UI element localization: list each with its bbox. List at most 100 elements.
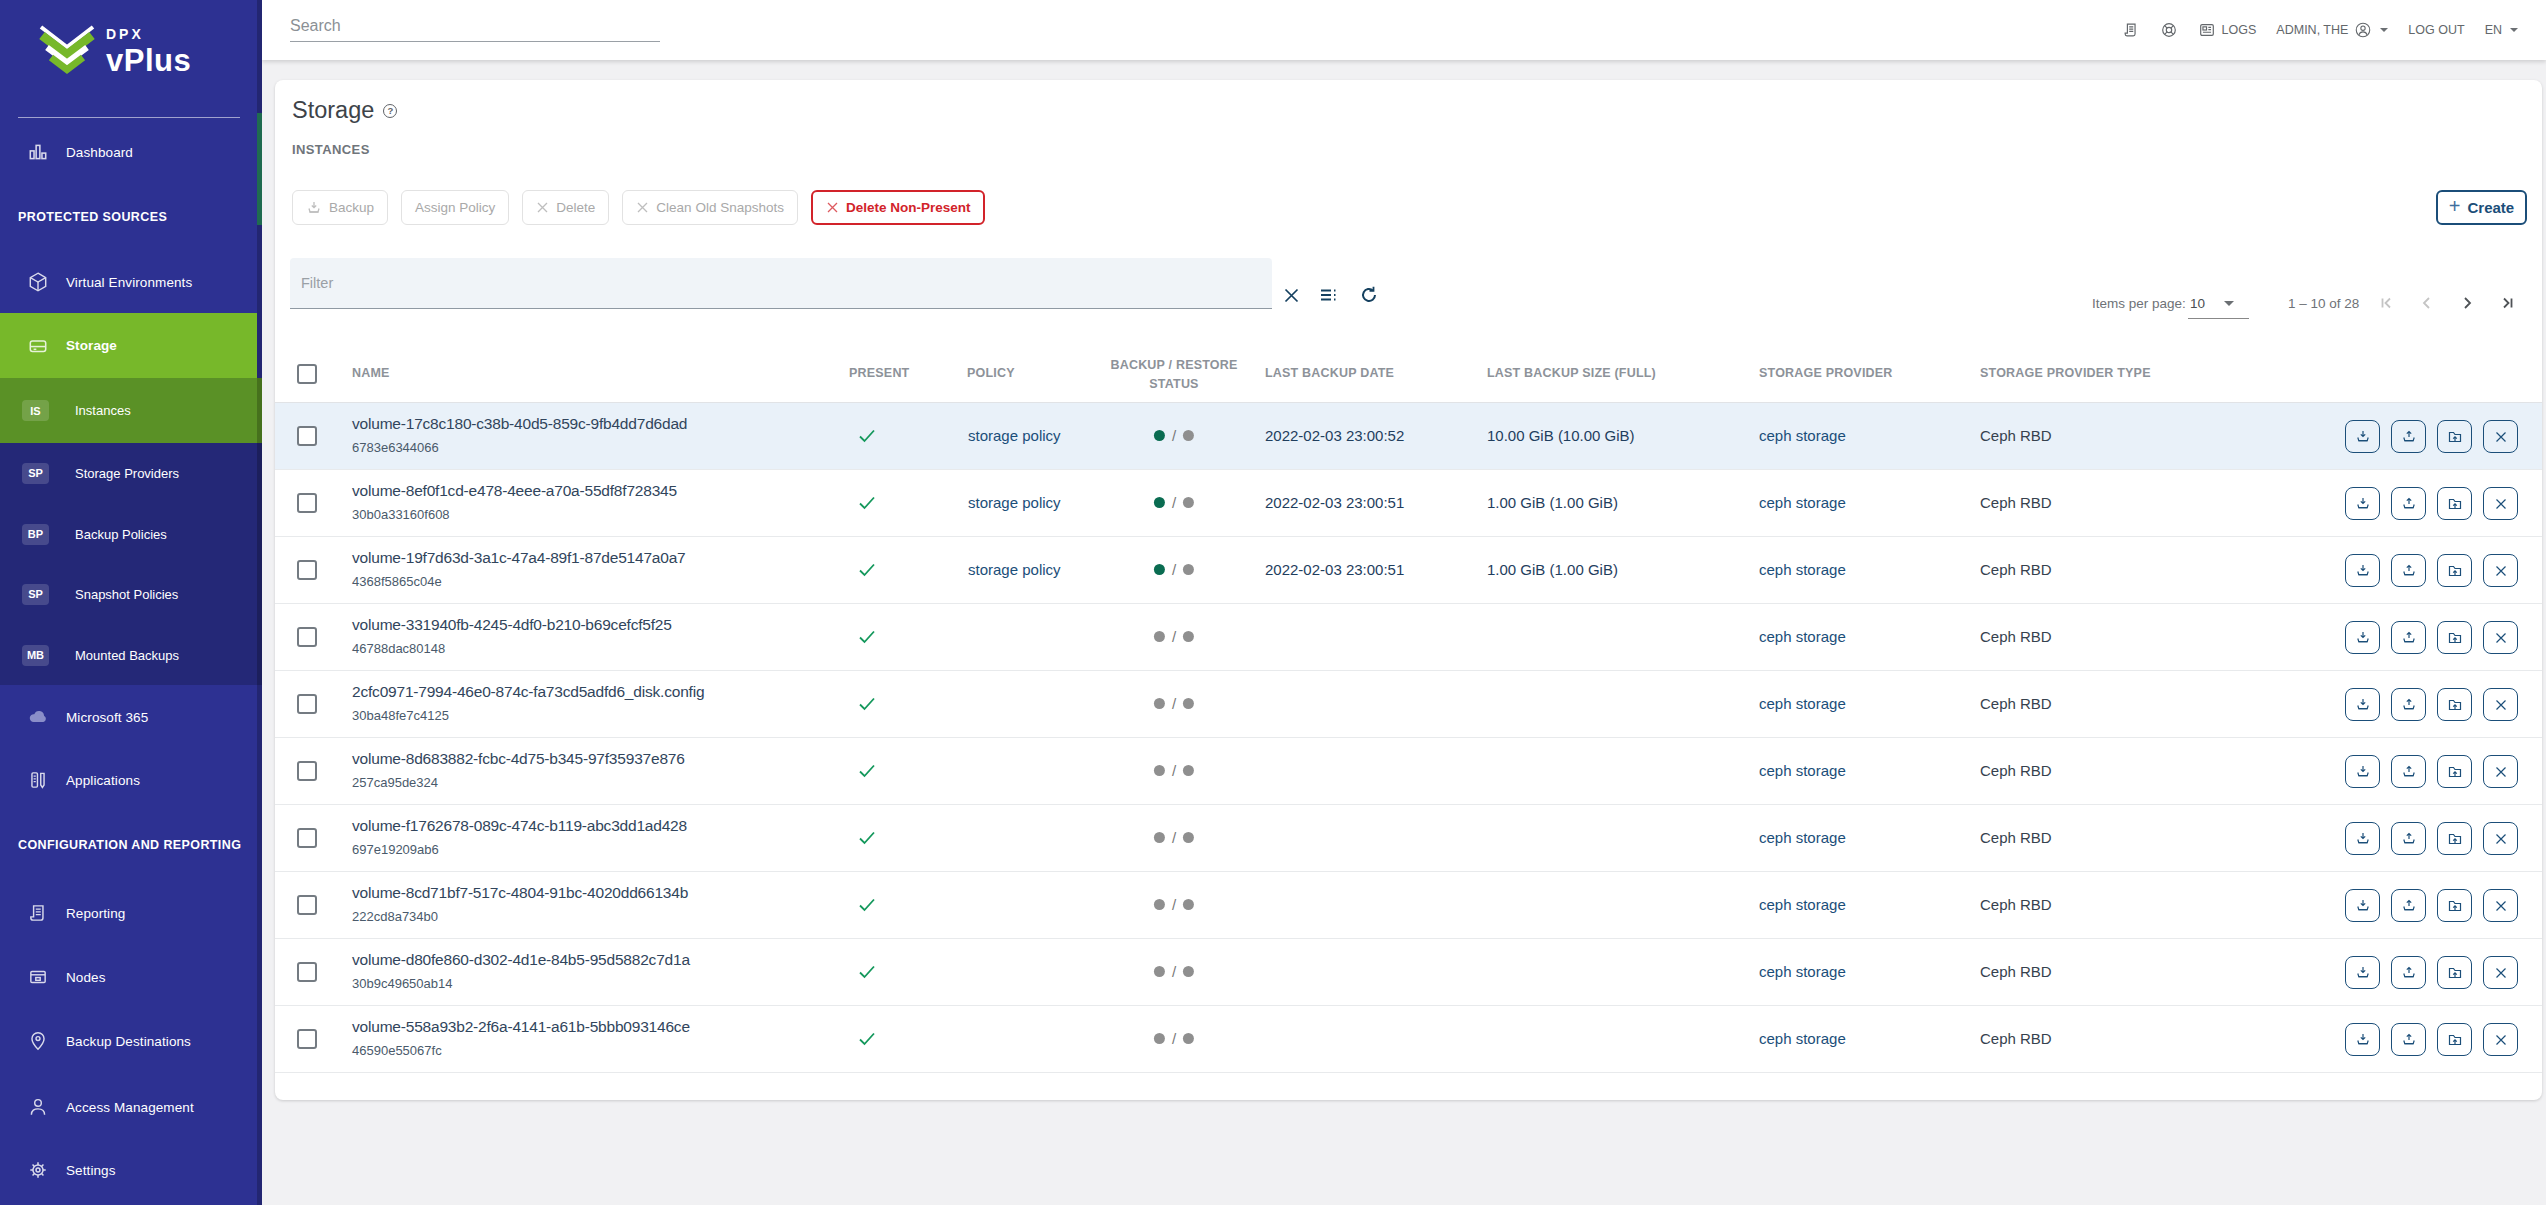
clear-filter-button[interactable] <box>1275 279 1307 311</box>
instance-name-link[interactable]: volume-17c8c180-c38b-40d5-859c-9fb4dd7d6… <box>352 415 687 433</box>
restore-button[interactable] <box>2391 1023 2426 1056</box>
backup-button[interactable] <box>2345 688 2380 721</box>
audit-log-icon[interactable] <box>2122 21 2140 39</box>
policy-link[interactable]: storage policy <box>968 427 1061 444</box>
delete-button[interactable]: Delete <box>522 190 609 225</box>
first-page-button[interactable] <box>2373 289 2401 317</box>
restore-button[interactable] <box>2391 822 2426 855</box>
row-checkbox[interactable] <box>297 761 317 781</box>
sidebar-item-mounted-backups[interactable]: MB Mounted Backups <box>0 625 257 685</box>
help-icon[interactable]: ? <box>383 104 397 118</box>
restore-button[interactable] <box>2391 487 2426 520</box>
mount-button[interactable] <box>2437 487 2472 520</box>
backup-button[interactable] <box>2345 1023 2380 1056</box>
clean-old-snapshots-button[interactable]: Clean Old Snapshots <box>622 190 798 225</box>
mount-button[interactable] <box>2437 822 2472 855</box>
sidebar-item-microsoft-365[interactable]: Microsoft 365 <box>0 687 257 747</box>
backup-button[interactable] <box>2345 420 2380 453</box>
delete-row-button[interactable] <box>2483 1023 2518 1056</box>
sidebar-item-storage[interactable]: Storage <box>0 313 257 378</box>
previous-page-button[interactable] <box>2413 289 2441 317</box>
row-checkbox[interactable] <box>297 560 317 580</box>
sidebar-item-settings[interactable]: Settings <box>0 1140 257 1200</box>
row-checkbox[interactable] <box>297 962 317 982</box>
delete-row-button[interactable] <box>2483 889 2518 922</box>
mount-button[interactable] <box>2437 956 2472 989</box>
backup-button[interactable] <box>2345 755 2380 788</box>
restore-button[interactable] <box>2391 755 2426 788</box>
instance-name-link[interactable]: volume-f1762678-089c-474c-b119-abc3dd1ad… <box>352 817 687 835</box>
delete-row-button[interactable] <box>2483 420 2518 453</box>
backup-button[interactable] <box>2345 889 2380 922</box>
sidebar-item-snapshot-policies[interactable]: SP Snapshot Policies <box>0 564 257 624</box>
restore-button[interactable] <box>2391 688 2426 721</box>
row-checkbox[interactable] <box>297 694 317 714</box>
items-per-page-select[interactable]: 10 <box>2188 296 2249 319</box>
logs-button[interactable]: LOGS <box>2198 21 2257 39</box>
row-checkbox[interactable] <box>297 1029 317 1049</box>
delete-row-button[interactable] <box>2483 487 2518 520</box>
assign-policy-button[interactable]: Assign Policy <box>401 190 509 225</box>
admin-menu[interactable]: ADMIN, THE <box>2276 21 2388 39</box>
row-checkbox[interactable] <box>297 895 317 915</box>
mount-button[interactable] <box>2437 554 2472 587</box>
delete-row-button[interactable] <box>2483 755 2518 788</box>
instance-name-link[interactable]: volume-558a93b2-2f6a-4141-a61b-5bbb09314… <box>352 1018 690 1036</box>
backup-button[interactable] <box>2345 956 2380 989</box>
logout-button[interactable]: LOG OUT <box>2408 23 2464 37</box>
select-all-checkbox[interactable] <box>297 364 317 384</box>
delete-row-button[interactable] <box>2483 822 2518 855</box>
sidebar-scrollbar-thumb[interactable] <box>257 113 262 225</box>
mount-button[interactable] <box>2437 889 2472 922</box>
storage-provider-link[interactable]: ceph storage <box>1759 1030 1846 1047</box>
storage-provider-link[interactable]: ceph storage <box>1759 695 1846 712</box>
policy-link[interactable]: storage policy <box>968 494 1061 511</box>
sidebar-item-access-management[interactable]: Access Management <box>0 1077 257 1137</box>
mount-button[interactable] <box>2437 621 2472 654</box>
storage-provider-link[interactable]: ceph storage <box>1759 561 1846 578</box>
sidebar-item-nodes[interactable]: Nodes <box>0 947 257 1007</box>
storage-provider-link[interactable]: ceph storage <box>1759 427 1846 444</box>
instance-name-link[interactable]: volume-8cd71bf7-517c-4804-91bc-4020dd661… <box>352 884 688 902</box>
instance-name-link[interactable]: 2cfc0971-7994-46e0-874c-fa73cd5adfd6_dis… <box>352 683 704 701</box>
delete-row-button[interactable] <box>2483 956 2518 989</box>
row-checkbox[interactable] <box>297 426 317 446</box>
instance-name-link[interactable]: volume-d80fe860-d302-4d1e-84b5-95d5882c7… <box>352 951 690 969</box>
delete-row-button[interactable] <box>2483 688 2518 721</box>
mount-button[interactable] <box>2437 688 2472 721</box>
last-page-button[interactable] <box>2493 289 2521 317</box>
sidebar-item-dashboard[interactable]: Dashboard <box>0 122 257 182</box>
delete-row-button[interactable] <box>2483 621 2518 654</box>
sidebar-item-reporting[interactable]: Reporting <box>0 883 257 943</box>
row-checkbox[interactable] <box>297 493 317 513</box>
delete-non-present-button[interactable]: Delete Non-Present <box>811 190 986 225</box>
delete-row-button[interactable] <box>2483 554 2518 587</box>
create-button[interactable]: +Create <box>2436 190 2527 225</box>
sidebar-item-backup-policies[interactable]: BP Backup Policies <box>0 504 257 564</box>
sidebar-item-instances[interactable]: IS Instances <box>0 378 262 443</box>
backup-button[interactable] <box>2345 487 2380 520</box>
storage-provider-link[interactable]: ceph storage <box>1759 829 1846 846</box>
row-checkbox[interactable] <box>297 828 317 848</box>
sidebar-item-virtual-environments[interactable]: Virtual Environments <box>0 252 257 312</box>
sidebar-item-backup-destinations[interactable]: Backup Destinations <box>0 1011 257 1071</box>
instance-name-link[interactable]: volume-19f7d63d-3a1c-47a4-89f1-87de5147a… <box>352 549 686 567</box>
columns-button[interactable] <box>1312 279 1344 311</box>
mount-button[interactable] <box>2437 420 2472 453</box>
backup-button[interactable] <box>2345 822 2380 855</box>
next-page-button[interactable] <box>2453 289 2481 317</box>
instance-name-link[interactable]: volume-8d683882-fcbc-4d75-b345-97f35937e… <box>352 750 685 768</box>
backup-button[interactable] <box>2345 621 2380 654</box>
refresh-button[interactable] <box>1353 279 1385 311</box>
mount-button[interactable] <box>2437 755 2472 788</box>
row-checkbox[interactable] <box>297 627 317 647</box>
storage-provider-link[interactable]: ceph storage <box>1759 896 1846 913</box>
restore-button[interactable] <box>2391 554 2426 587</box>
sidebar-item-storage-providers[interactable]: SP Storage Providers <box>0 443 257 503</box>
language-menu[interactable]: EN <box>2485 23 2518 37</box>
mount-button[interactable] <box>2437 1023 2472 1056</box>
storage-provider-link[interactable]: ceph storage <box>1759 628 1846 645</box>
storage-provider-link[interactable]: ceph storage <box>1759 963 1846 980</box>
restore-button[interactable] <box>2391 889 2426 922</box>
restore-button[interactable] <box>2391 420 2426 453</box>
